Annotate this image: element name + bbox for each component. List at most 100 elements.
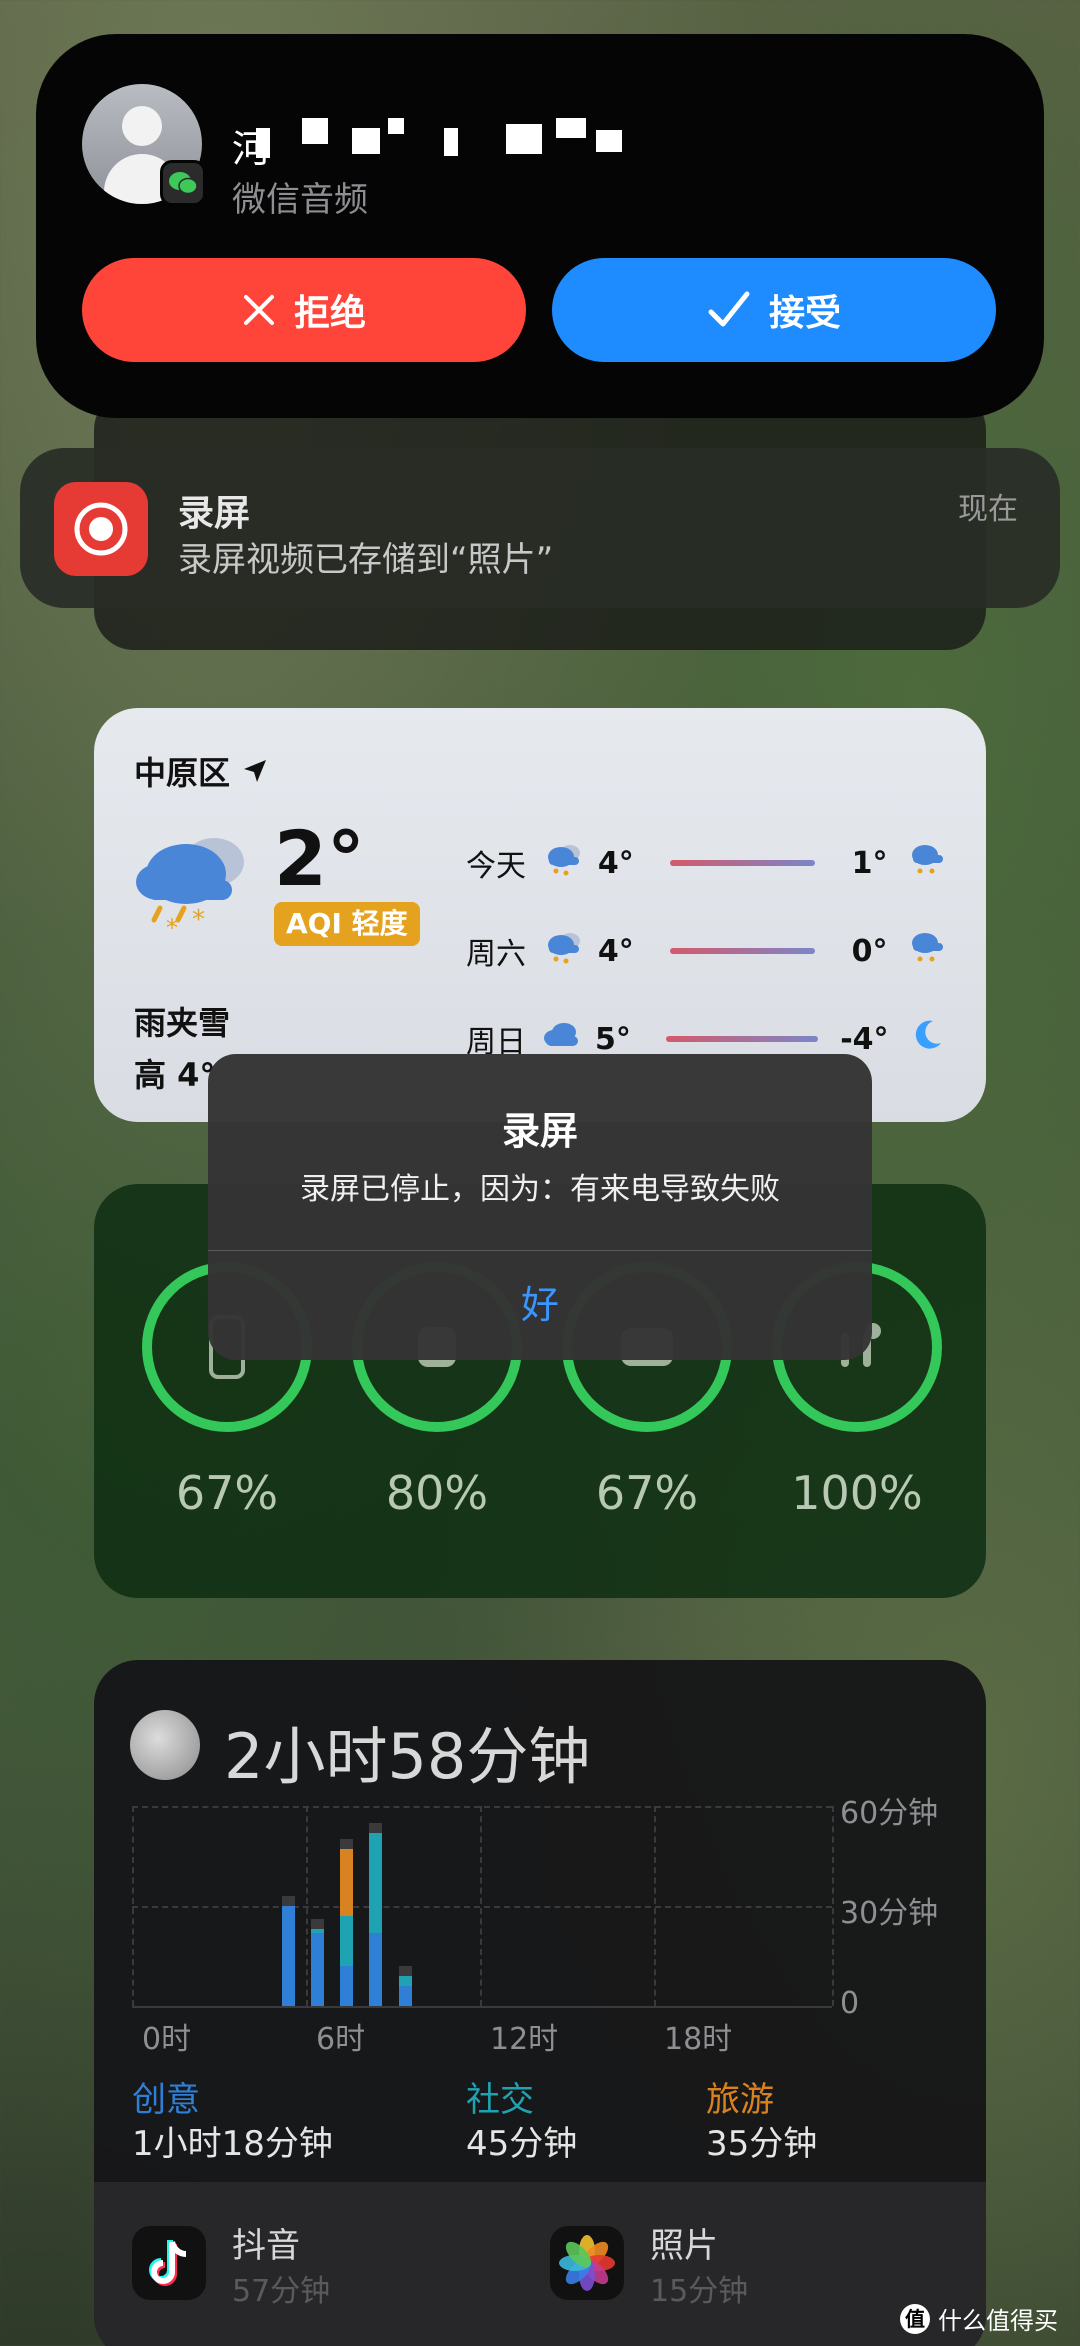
forecast-row: 周六 4° 0° <box>466 926 956 976</box>
y-tick-label: 60分钟 <box>840 1796 939 1831</box>
decline-label: 拒绝 <box>293 293 366 334</box>
usage-bar-other <box>340 1839 354 1850</box>
top-apps: 抖音 57分钟 照片 15分钟 <box>94 2182 986 2346</box>
y-tick-label: 30分钟 <box>840 1896 939 1931</box>
forecast-day: 周六 <box>466 937 526 972</box>
usage-bar-segment <box>340 1966 354 2006</box>
app-time: 15分钟 <box>650 2274 749 2309</box>
usage-bar-segment <box>311 1932 324 2006</box>
app-time: 57分钟 <box>232 2274 331 2309</box>
record-icon <box>54 482 148 576</box>
weather-location: 中原区 <box>134 748 268 794</box>
notification-message: 录屏视频已存储到“照片” <box>178 540 554 580</box>
forecast-low: 4° <box>597 845 634 881</box>
decline-button[interactable]: 拒绝 <box>82 258 526 362</box>
category-name: 创意 <box>132 2080 200 2120</box>
forecast-low: 5° <box>594 1021 631 1057</box>
watermark: 值 什么值得买 <box>900 2301 1058 2336</box>
battery-percent: 67% <box>175 1466 279 1520</box>
call-type: 微信音频 <box>232 180 368 220</box>
douyin-icon <box>132 2226 206 2300</box>
forecast-low: 4° <box>597 933 634 969</box>
category-name: 旅游 <box>706 2080 774 2120</box>
usage-bar-segment <box>311 1929 324 1933</box>
grid-line <box>832 1806 834 2006</box>
battery-percent: 67% <box>595 1466 699 1520</box>
grid-line <box>480 1806 482 2006</box>
recording-stopped-alert: 录屏 录屏已停止，因为：有来电导致失败 好 <box>208 1054 872 1360</box>
high-low: 高 4° <box>134 1056 216 1094</box>
usage-bar-segment <box>340 1916 354 1966</box>
forecast-day: 今天 <box>466 849 526 884</box>
moon-icon <box>909 1017 956 1061</box>
user-avatar <box>130 1710 200 1780</box>
category-name: 社交 <box>466 2080 534 2120</box>
grid-baseline <box>132 2006 832 2008</box>
aqi-badge: AQI 轻度 <box>274 902 420 946</box>
x-tick-label: 6时 <box>316 2022 366 2057</box>
app-name: 抖音 <box>232 2226 300 2266</box>
accept-label: 接受 <box>768 293 841 334</box>
alert-message: 录屏已停止，因为：有来电导致失败 <box>300 1172 780 1207</box>
checkmark-icon <box>708 291 750 327</box>
current-temperature: 2° <box>274 814 365 903</box>
sleet-icon <box>544 841 598 885</box>
alert-ok-button[interactable]: 好 <box>208 1250 872 1360</box>
sleet-icon <box>544 929 598 973</box>
battery-percent: 100% <box>791 1466 923 1520</box>
forecast-row: 今天 4° 1° <box>466 838 956 888</box>
screen-time-total: 2小时58分钟 <box>224 1720 591 1793</box>
battery-percent: 80% <box>385 1466 489 1520</box>
usage-bar-segment <box>369 1932 383 2006</box>
notification-title: 录屏 <box>178 493 251 534</box>
category-time: 1小时18分钟 <box>132 2124 333 2164</box>
svg-text:*: * <box>192 905 205 935</box>
app-name: 照片 <box>650 2226 718 2266</box>
location-arrow-icon <box>244 760 267 782</box>
screen-recording-notification[interactable]: 录屏 录屏视频已存储到“照片” 现在 <box>20 448 1060 608</box>
alert-title: 录屏 <box>501 1109 578 1153</box>
temp-range-bar <box>669 860 816 866</box>
x-tick-label: 0时 <box>142 2022 192 2057</box>
cloud-icon <box>542 1020 595 1058</box>
forecast-high: 0° <box>851 933 888 969</box>
usage-bar-segment <box>369 1832 383 1933</box>
sleet-icon <box>908 929 956 973</box>
photos-icon <box>550 2226 624 2300</box>
watermark-logo-icon: 值 <box>900 2303 930 2334</box>
weather-condition: 雨夹雪 <box>134 1004 231 1042</box>
watermark-text: 什么值得买 <box>938 2307 1058 2335</box>
x-tick-label: 12时 <box>490 2022 559 2057</box>
usage-bar-segment <box>398 1986 412 2006</box>
city-name: 中原区 <box>134 754 231 792</box>
grid-line <box>306 1806 308 2006</box>
temp-range-bar <box>665 1036 818 1042</box>
usage-bar-other <box>398 1966 412 1976</box>
wechat-icon <box>160 160 206 206</box>
forecast-high: -4° <box>840 1021 889 1057</box>
usage-bar-other <box>369 1822 383 1833</box>
forecast-high: 1° <box>851 845 888 881</box>
svg-text:*: * <box>166 914 178 936</box>
screen-time-widget[interactable]: 2小时58分钟 60分钟 30分钟 0 0时 6时 12时 18时 创意 1小时… <box>94 1660 986 2346</box>
x-tick-label: 18时 <box>664 2022 733 2057</box>
y-tick-label: 0 <box>840 1986 860 2021</box>
usage-bar-segment <box>398 1976 412 1986</box>
close-icon <box>243 295 274 325</box>
usage-bar-other <box>281 1896 295 1906</box>
sleet-icon: * * <box>134 828 252 942</box>
grid-line <box>132 1806 134 2006</box>
caller-name-redaction <box>256 118 636 164</box>
category-time: 45分钟 <box>466 2124 578 2164</box>
incoming-call-banner: 河 微信音频 拒绝 接受 <box>36 34 1044 418</box>
category-time: 35分钟 <box>706 2124 818 2164</box>
usage-bar-other <box>311 1919 324 1930</box>
usage-bar-segment <box>281 1906 295 2006</box>
notification-time: 现在 <box>958 492 1018 527</box>
temp-range-bar <box>669 948 816 954</box>
usage-bar-segment <box>340 1849 354 1916</box>
grid-line <box>654 1806 656 2006</box>
accept-button[interactable]: 接受 <box>552 258 996 362</box>
grid-line <box>132 1906 832 1908</box>
sleet-icon <box>908 841 956 885</box>
